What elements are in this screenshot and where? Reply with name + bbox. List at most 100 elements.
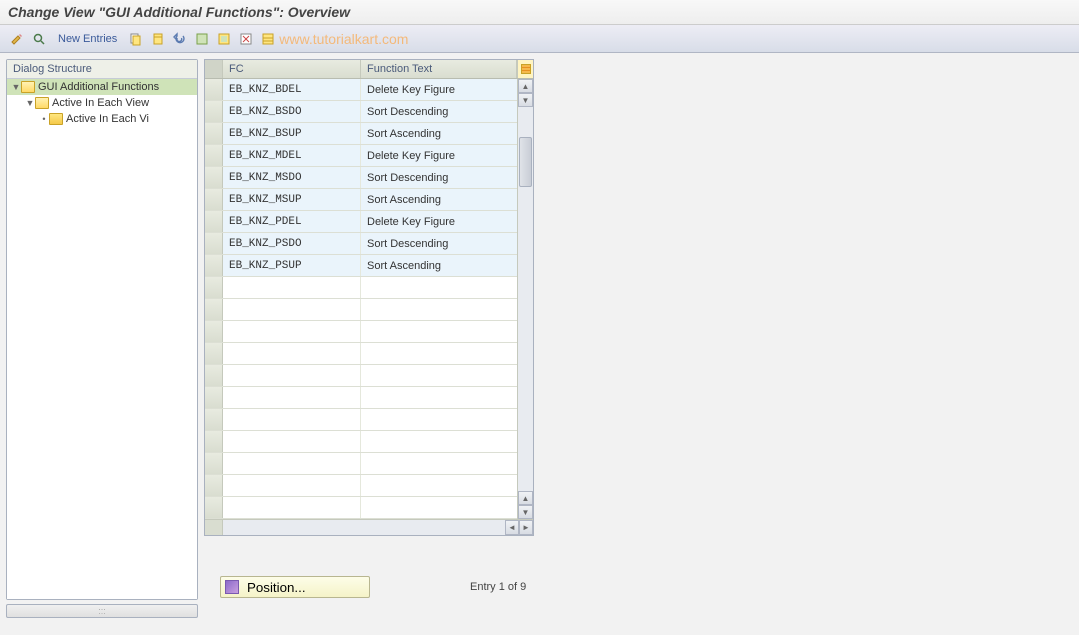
hscroll-track[interactable]: [223, 520, 505, 535]
row-select-handle[interactable]: [205, 79, 223, 100]
cell-function-text[interactable]: Sort Descending: [361, 233, 517, 254]
row-select-handle[interactable]: [205, 497, 223, 518]
row-select-handle[interactable]: [205, 321, 223, 342]
select-all-icon[interactable]: [193, 30, 211, 48]
cell-fc[interactable]: [223, 387, 361, 408]
cell-fc[interactable]: [223, 365, 361, 386]
table-settings-icon[interactable]: [259, 30, 277, 48]
vscroll-track[interactable]: [518, 107, 533, 491]
row-select-handle[interactable]: [205, 277, 223, 298]
column-header-function-text[interactable]: Function Text: [361, 60, 517, 78]
horizontal-scrollbar[interactable]: ◄ ►: [205, 519, 533, 535]
table-row-empty[interactable]: [205, 387, 517, 409]
cell-fc[interactable]: EB_KNZ_BSUP: [223, 123, 361, 144]
expand-icon[interactable]: •: [39, 114, 49, 124]
cell-function-text[interactable]: [361, 299, 517, 320]
table-row-empty[interactable]: [205, 321, 517, 343]
cell-function-text[interactable]: [361, 475, 517, 496]
cell-fc[interactable]: [223, 497, 361, 518]
row-select-handle[interactable]: [205, 189, 223, 210]
cell-fc[interactable]: EB_KNZ_PDEL: [223, 211, 361, 232]
cell-function-text[interactable]: [361, 497, 517, 518]
row-select-handle[interactable]: [205, 101, 223, 122]
table-row-empty[interactable]: [205, 365, 517, 387]
row-select-handle[interactable]: [205, 365, 223, 386]
cell-fc[interactable]: EB_KNZ_PSDO: [223, 233, 361, 254]
find-icon[interactable]: [30, 30, 48, 48]
table-row[interactable]: EB_KNZ_PSUPSort Ascending: [205, 255, 517, 277]
cell-fc[interactable]: [223, 343, 361, 364]
table-row[interactable]: EB_KNZ_MSUPSort Ascending: [205, 189, 517, 211]
sidebar-resize-handle[interactable]: :::: [6, 604, 198, 618]
row-select-handle[interactable]: [205, 299, 223, 320]
cell-function-text[interactable]: [361, 277, 517, 298]
cell-function-text[interactable]: Sort Ascending: [361, 189, 517, 210]
row-select-handle[interactable]: [205, 145, 223, 166]
cell-fc[interactable]: [223, 475, 361, 496]
row-select-handle[interactable]: [205, 431, 223, 452]
table-row[interactable]: EB_KNZ_MSDOSort Descending: [205, 167, 517, 189]
scroll-down-bottom-button[interactable]: ▼: [518, 505, 533, 519]
tree-node[interactable]: ▼GUI Additional Functions: [7, 79, 197, 95]
vscroll-thumb[interactable]: [519, 137, 532, 187]
table-row-empty[interactable]: [205, 497, 517, 519]
new-entries-button[interactable]: New Entries: [58, 33, 117, 45]
scroll-right-button[interactable]: ►: [519, 520, 533, 535]
vertical-scrollbar[interactable]: ▲ ▼ ▲ ▼: [517, 79, 533, 519]
cell-function-text[interactable]: [361, 387, 517, 408]
scroll-up-button[interactable]: ▲: [518, 79, 533, 93]
cell-function-text[interactable]: Delete Key Figure: [361, 211, 517, 232]
cell-function-text[interactable]: Sort Descending: [361, 167, 517, 188]
table-row-empty[interactable]: [205, 409, 517, 431]
cell-function-text[interactable]: [361, 453, 517, 474]
cell-fc[interactable]: [223, 431, 361, 452]
row-select-handle[interactable]: [205, 255, 223, 276]
table-row[interactable]: EB_KNZ_PSDOSort Descending: [205, 233, 517, 255]
scroll-up-bottom-button[interactable]: ▲: [518, 491, 533, 505]
cell-fc[interactable]: EB_KNZ_BSDO: [223, 101, 361, 122]
cell-function-text[interactable]: [361, 321, 517, 342]
cell-function-text[interactable]: Sort Descending: [361, 101, 517, 122]
toggle-display-change-icon[interactable]: [8, 30, 26, 48]
deselect-all-icon[interactable]: [237, 30, 255, 48]
cell-fc[interactable]: EB_KNZ_PSUP: [223, 255, 361, 276]
scroll-left-button[interactable]: ◄: [505, 520, 519, 535]
row-select-handle[interactable]: [205, 211, 223, 232]
row-select-handle[interactable]: [205, 409, 223, 430]
cell-function-text[interactable]: Delete Key Figure: [361, 145, 517, 166]
table-row[interactable]: EB_KNZ_BSUPSort Ascending: [205, 123, 517, 145]
cell-function-text[interactable]: Delete Key Figure: [361, 79, 517, 100]
table-row[interactable]: EB_KNZ_MDELDelete Key Figure: [205, 145, 517, 167]
table-row[interactable]: EB_KNZ_BDELDelete Key Figure: [205, 79, 517, 101]
row-select-handle[interactable]: [205, 475, 223, 496]
row-select-handle[interactable]: [205, 167, 223, 188]
cell-fc[interactable]: EB_KNZ_BDEL: [223, 79, 361, 100]
cell-fc[interactable]: [223, 277, 361, 298]
cell-fc[interactable]: [223, 409, 361, 430]
row-select-handle[interactable]: [205, 343, 223, 364]
cell-function-text[interactable]: Sort Ascending: [361, 255, 517, 276]
cell-function-text[interactable]: [361, 431, 517, 452]
row-select-handle[interactable]: [205, 387, 223, 408]
row-select-handle[interactable]: [205, 123, 223, 144]
table-row-empty[interactable]: [205, 431, 517, 453]
table-row-empty[interactable]: [205, 475, 517, 497]
select-all-header[interactable]: [205, 60, 223, 78]
copy-as-icon[interactable]: [127, 30, 145, 48]
table-row-empty[interactable]: [205, 299, 517, 321]
cell-fc[interactable]: [223, 453, 361, 474]
table-row-empty[interactable]: [205, 453, 517, 475]
collapse-icon[interactable]: ▼: [25, 98, 35, 108]
select-block-icon[interactable]: [215, 30, 233, 48]
cell-function-text[interactable]: [361, 343, 517, 364]
cell-function-text[interactable]: [361, 365, 517, 386]
cell-fc[interactable]: EB_KNZ_MDEL: [223, 145, 361, 166]
undo-icon[interactable]: [171, 30, 189, 48]
cell-fc[interactable]: [223, 321, 361, 342]
position-button[interactable]: Position...: [220, 576, 370, 598]
collapse-icon[interactable]: ▼: [11, 82, 21, 92]
tree-node[interactable]: ▼Active In Each View: [7, 95, 197, 111]
cell-fc[interactable]: EB_KNZ_MSDO: [223, 167, 361, 188]
cell-function-text[interactable]: [361, 409, 517, 430]
row-select-handle[interactable]: [205, 453, 223, 474]
